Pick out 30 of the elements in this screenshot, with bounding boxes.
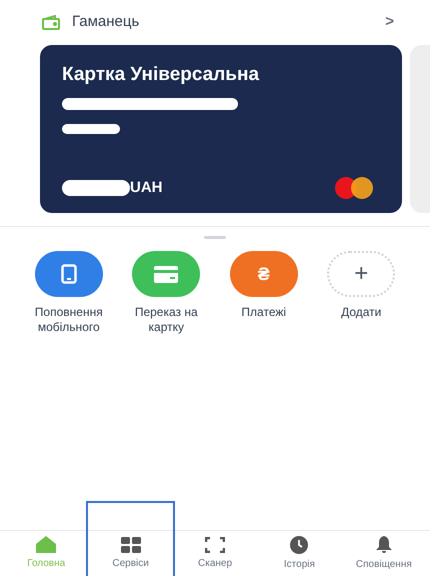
action-label: Переказ на картку xyxy=(134,305,199,335)
clock-icon xyxy=(290,536,308,554)
action-button[interactable]: + xyxy=(327,251,396,297)
grid-icon xyxy=(120,536,141,552)
action-button[interactable] xyxy=(132,251,200,297)
action-label: Поповнення мобільного xyxy=(34,305,104,335)
action-label: Платежі xyxy=(240,305,288,320)
home-icon xyxy=(36,536,56,553)
hryvnia-icon: ₴ xyxy=(258,265,270,283)
bank-card[interactable]: Картка Універсальна UAH xyxy=(40,45,402,213)
redaction-mark xyxy=(62,180,130,196)
wallet-icon xyxy=(42,14,60,30)
nav-tab[interactable]: Сповіщення xyxy=(342,531,426,576)
action-button[interactable] xyxy=(34,251,103,297)
nav-tab[interactable]: Сканер xyxy=(172,531,258,576)
scan-icon xyxy=(205,536,226,552)
card-name: Картка Універсальна xyxy=(62,63,260,87)
section-title: Гаманець xyxy=(72,12,140,32)
nav-tab[interactable]: Сервіси xyxy=(88,503,173,576)
card-icon xyxy=(154,266,178,282)
drag-handle[interactable] xyxy=(204,236,226,239)
bell-icon xyxy=(376,536,392,554)
action-label: Додати xyxy=(340,305,382,320)
chevron-icon[interactable]: > xyxy=(385,10,394,34)
nav-tab[interactable]: Історія xyxy=(257,531,342,576)
plus-icon: + xyxy=(354,262,368,286)
phone-icon xyxy=(60,264,77,284)
action-button[interactable]: ₴ xyxy=(230,251,298,297)
currency-label: UAH xyxy=(130,178,162,198)
redaction-mark xyxy=(62,124,120,134)
